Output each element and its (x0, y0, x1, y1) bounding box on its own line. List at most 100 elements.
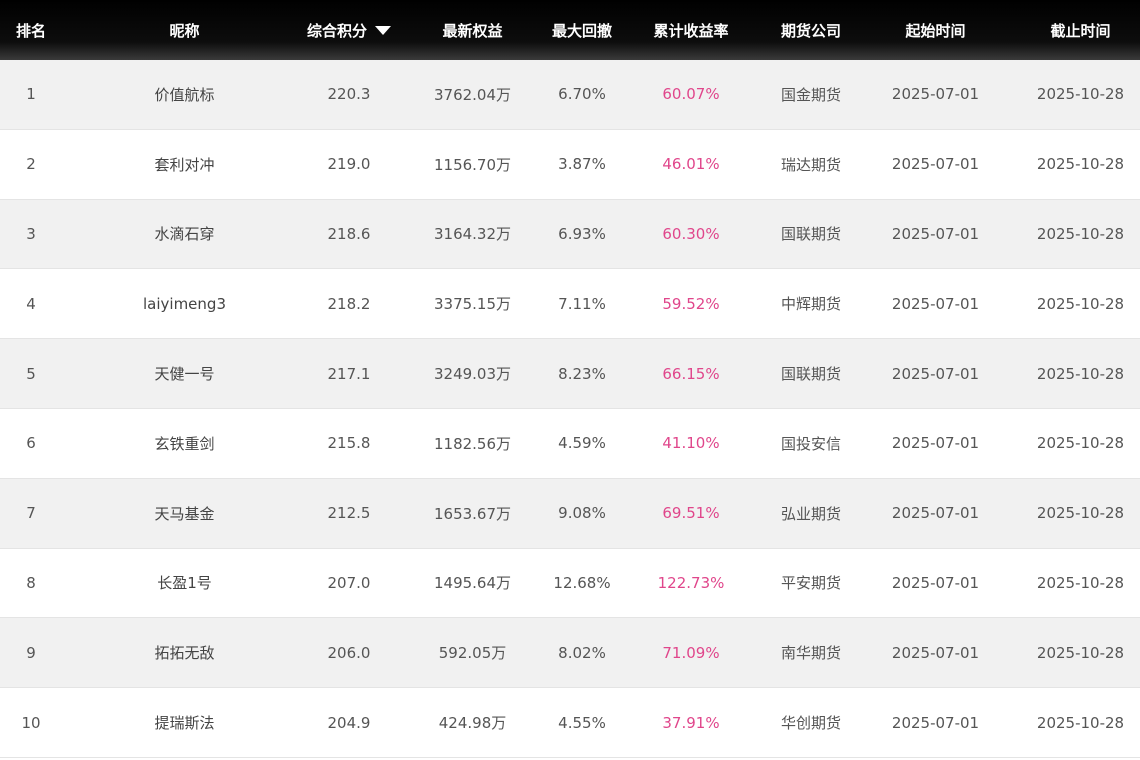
rank-cell: 6 (26, 434, 36, 453)
header-start[interactable]: 起始时间 (850, 0, 1021, 60)
start-date-cell: 2025-07-01 (891, 155, 980, 174)
drawdown-cell: 6.70% (558, 85, 606, 104)
table-row[interactable]: 5 天健一号 217.1 3249.03万 8.23% 66.15% 国联期货 2025-07… (0, 339, 1140, 409)
table-body: 1 价值航标 220.3 3762.04万 6.70% 60.07% 国金期货 2025-07… (0, 60, 1140, 758)
start-date-cell: 2025-07-01 (891, 364, 980, 383)
rank-cell: 2 (26, 155, 36, 174)
company-cell: 国联期货 (780, 365, 841, 384)
rank-cell: 1 (26, 85, 36, 104)
company-cell: 华创期货 (780, 714, 841, 733)
rank-cell: 8 (26, 573, 36, 592)
nickname-cell[interactable]: 提瑞斯法 (62, 688, 307, 757)
end-date-cell: 2025-10-28 (1036, 434, 1125, 453)
company-cell: 国投安信 (780, 434, 841, 453)
equity-cell: 1495.64万 (433, 574, 512, 593)
table-row[interactable]: 8 长盈1号 207.0 1495.64万 12.68% 122.73% 平安期货 2025-… (0, 548, 1140, 619)
drawdown-cell: 4.55% (558, 713, 606, 732)
end-date-cell: 2025-10-28 (1036, 504, 1125, 523)
score-cell: 218.6 (327, 224, 371, 243)
nickname-cell[interactable]: 价值航标 (62, 60, 307, 129)
equity-cell: 592.05万 (438, 644, 507, 663)
header-score[interactable]: 综合积分 (307, 0, 392, 60)
nickname-cell[interactable]: 长盈1号 (62, 549, 307, 618)
score-cell: 215.8 (327, 434, 371, 453)
header-company[interactable]: 期货公司 (772, 0, 850, 60)
header-nickname[interactable]: 昵称 (62, 0, 307, 60)
equity-cell: 424.98万 (438, 714, 507, 733)
rank-cell: 5 (26, 364, 36, 383)
end-date-cell: 2025-10-28 (1036, 713, 1125, 732)
score-cell: 217.1 (327, 364, 371, 383)
ranking-table: 排名 昵称 综合积分 最新权益 最大回撤 累计收益率 期货公司 起始时间 截止时… (0, 0, 1140, 760)
equity-cell: 3164.32万 (433, 225, 512, 244)
score-cell: 212.5 (327, 504, 371, 523)
score-cell: 207.0 (327, 573, 371, 592)
nickname-cell[interactable]: 套利对冲 (62, 130, 307, 199)
return-cell: 122.73% (657, 573, 725, 592)
table-row[interactable]: 10 提瑞斯法 204.9 424.98万 4.55% 37.91% 华创期货 2025-07… (0, 688, 1140, 758)
return-cell: 60.30% (662, 224, 720, 243)
drawdown-cell: 6.93% (558, 224, 606, 243)
start-date-cell: 2025-07-01 (891, 643, 980, 662)
equity-cell: 3375.15万 (433, 295, 512, 314)
return-cell: 59.52% (662, 294, 720, 313)
header-drawdown[interactable]: 最大回撤 (552, 0, 612, 60)
drawdown-cell: 3.87% (558, 155, 606, 174)
end-date-cell: 2025-10-28 (1036, 573, 1125, 592)
score-cell: 220.3 (327, 85, 371, 104)
equity-cell: 1156.70万 (433, 155, 512, 174)
drawdown-cell: 8.23% (558, 364, 606, 383)
table-row[interactable]: 1 价值航标 220.3 3762.04万 6.70% 60.07% 国金期货 2025-07… (0, 60, 1140, 130)
rank-cell: 9 (26, 643, 36, 662)
company-cell: 弘业期货 (780, 504, 841, 523)
rank-cell: 7 (26, 504, 36, 523)
header-equity[interactable]: 最新权益 (391, 0, 554, 60)
end-date-cell: 2025-10-28 (1036, 643, 1125, 662)
table-row[interactable]: 9 拓拓无敌 206.0 592.05万 8.02% 71.09% 南华期货 2025-07-… (0, 618, 1140, 689)
nickname-cell[interactable]: 拓拓无敌 (62, 618, 307, 687)
nickname-cell[interactable]: 玄铁重剑 (62, 409, 307, 478)
return-cell: 71.09% (662, 643, 720, 662)
equity-cell: 3249.03万 (433, 365, 512, 384)
table-row[interactable]: 7 天马基金 212.5 1653.67万 9.08% 69.51% 弘业期货 2025-07… (0, 478, 1140, 549)
end-date-cell: 2025-10-28 (1036, 294, 1125, 313)
return-cell: 37.91% (662, 713, 720, 732)
end-date-cell: 2025-10-28 (1036, 155, 1125, 174)
equity-cell: 1653.67万 (433, 504, 512, 523)
return-cell: 46.01% (662, 155, 720, 174)
score-cell: 218.2 (327, 294, 371, 313)
company-cell: 国联期货 (780, 225, 841, 244)
return-cell: 69.51% (662, 504, 720, 523)
table-row[interactable]: 4 laiyimeng3 218.2 3375.15万 7.11% 59.52% 中辉期货 2… (0, 269, 1140, 340)
rank-cell: 3 (26, 224, 36, 243)
table-header: 排名 昵称 综合积分 最新权益 最大回撤 累计收益率 期货公司 起始时间 截止时… (0, 0, 1140, 60)
drawdown-cell: 12.68% (553, 573, 611, 592)
drawdown-cell: 8.02% (558, 643, 606, 662)
table-row[interactable]: 6 玄铁重剑 215.8 1182.56万 4.59% 41.10% 国投安信 2025-07… (0, 408, 1140, 479)
start-date-cell: 2025-07-01 (891, 713, 980, 732)
start-date-cell: 2025-07-01 (891, 85, 980, 104)
start-date-cell: 2025-07-01 (891, 573, 980, 592)
table-row[interactable]: 3 水滴石穿 218.6 3164.32万 6.93% 60.30% 国联期货 2025-07… (0, 199, 1140, 270)
header-end[interactable]: 截止时间 (1021, 0, 1140, 60)
end-date-cell: 2025-10-28 (1036, 224, 1125, 243)
nickname-cell[interactable]: 天健一号 (62, 339, 307, 408)
table-row[interactable]: 2 套利对冲 219.0 1156.70万 3.87% 46.01% 瑞达期货 2025-07… (0, 129, 1140, 200)
header-rank[interactable]: 排名 (0, 0, 62, 60)
score-cell: 206.0 (327, 643, 371, 662)
nickname-cell[interactable]: laiyimeng3 (62, 269, 307, 338)
equity-cell: 1182.56万 (433, 434, 512, 453)
rank-cell: 4 (26, 294, 36, 313)
drawdown-cell: 9.08% (558, 504, 606, 523)
header-return[interactable]: 累计收益率 (610, 0, 772, 60)
drawdown-cell: 4.59% (558, 434, 606, 453)
nickname-cell[interactable]: 水滴石穿 (62, 200, 307, 269)
score-cell: 204.9 (327, 713, 371, 732)
nickname-cell[interactable]: 天马基金 (62, 479, 307, 548)
return-cell: 60.07% (662, 85, 720, 104)
rank-cell: 10 (21, 713, 41, 732)
start-date-cell: 2025-07-01 (891, 434, 980, 453)
end-date-cell: 2025-10-28 (1036, 364, 1125, 383)
company-cell: 平安期货 (780, 574, 841, 593)
sort-desc-triangle-icon[interactable] (375, 26, 392, 35)
